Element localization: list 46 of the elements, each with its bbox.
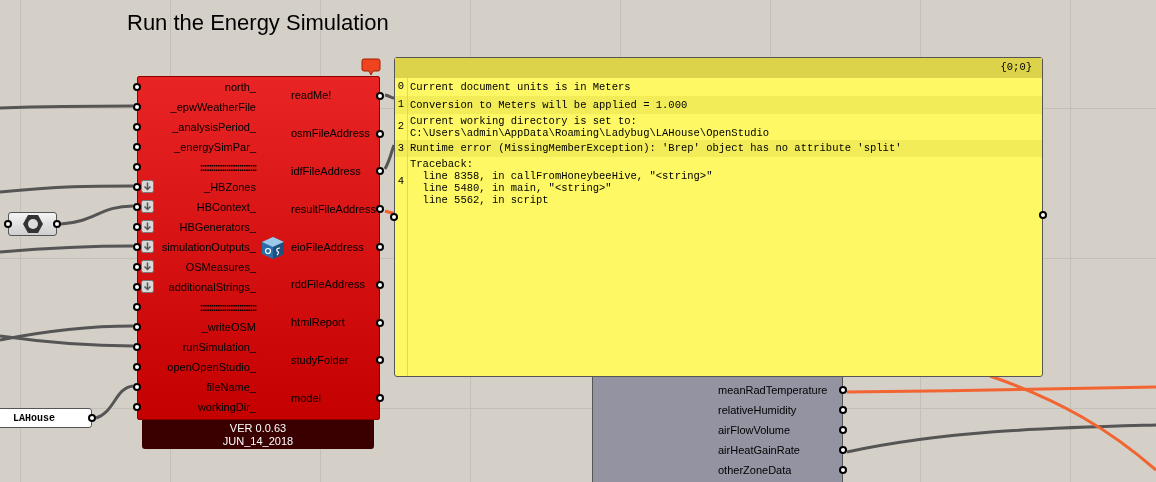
input-label: simulationOutputs_ <box>161 241 256 253</box>
input-label: _energySimPar_ <box>174 141 256 153</box>
input-label: HBGenerators_ <box>179 221 256 233</box>
input-label: additionalStrings_ <box>168 281 256 293</box>
panel-text: LAHouse <box>13 411 55 426</box>
input-label: north_ <box>224 81 256 93</box>
output-label: idfFileAddress <box>291 166 361 177</box>
panel-entry: Traceback: line 8358, in callFromHoneybeeHive, "<string>" line 5480, in main, "<string>" line 5562, in script <box>409 158 713 207</box>
input-label: _writeOSM <box>201 321 256 333</box>
output-label: resultFileAddress <box>291 203 376 215</box>
input-label: openOpenStudio_ <box>167 361 256 373</box>
page-title: Run the Energy Simulation <box>127 9 389 37</box>
input-label: HBContext_ <box>196 201 256 213</box>
output-label: eioFileAddress <box>291 241 364 253</box>
output-label: studyFolder <box>291 354 349 366</box>
input-label: _analysisPeriod_ <box>172 121 256 133</box>
panel-entry: Current document units is in Meters <box>409 80 631 93</box>
output-label: model <box>291 392 321 404</box>
date-text: JUN_14_2018 <box>222 434 294 448</box>
input-label: :::::::::::::::::::::::::: <box>199 161 256 173</box>
input-label: _HBZones <box>204 181 256 193</box>
row-index: 3 <box>396 140 406 156</box>
output-label: airFlowVolume <box>718 424 791 436</box>
row-index: 4 <box>396 174 406 190</box>
row-index: 0 <box>396 79 406 94</box>
output-label: osmFileAddress <box>291 128 370 140</box>
row-index: 2 <box>396 118 406 134</box>
output-label: htmlReport <box>291 317 345 329</box>
output-label: relativeHumidity <box>718 404 797 416</box>
version-text: VER 0.0.63 <box>229 421 287 435</box>
input-label: OSMeasures_ <box>185 261 256 273</box>
output-label: readMe! <box>291 90 332 102</box>
row-index: 1 <box>396 96 406 112</box>
output-label: otherZoneData <box>718 464 792 476</box>
branch-path: {0;0} <box>1000 60 1032 76</box>
input-label: _epwWeatherFile <box>170 101 256 113</box>
input-label: fileName_ <box>206 381 256 393</box>
output-label: rddFileAddress <box>291 279 365 291</box>
output-label: meanRadTemperature <box>718 384 828 396</box>
output-label: airHeatGainRate <box>718 444 800 456</box>
input-label: runSimulation_ <box>182 341 256 353</box>
input-label: workingDir_ <box>197 401 256 413</box>
panel-entry: Conversion to Meters will be applied = 1.000 <box>409 98 688 111</box>
panel-entry: Runtime error (MissingMemberException): 'Brep' object has no attribute 'split' <box>409 142 902 155</box>
input-label: :::::::::::::::::::::::::: <box>199 301 256 313</box>
panel-entry: Current working directory is set to: C:\Users\admin\AppData\Roaming\Ladybug\LAHouse\OpenStudio <box>409 114 770 139</box>
